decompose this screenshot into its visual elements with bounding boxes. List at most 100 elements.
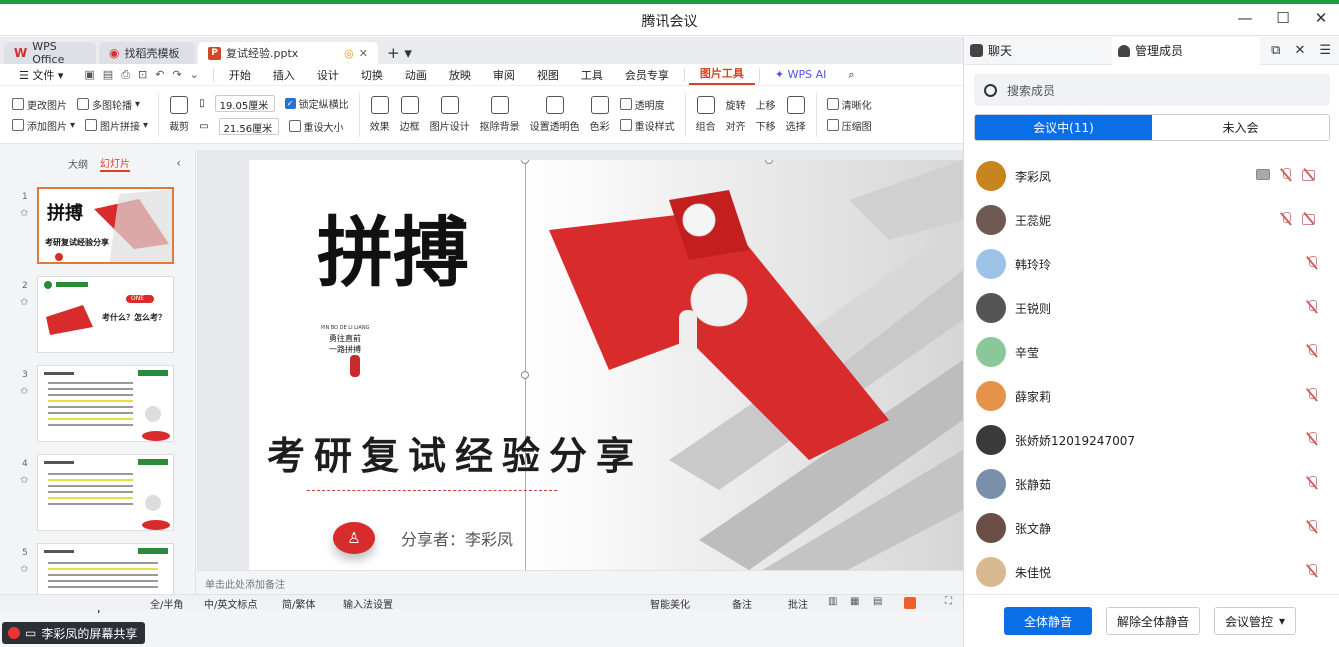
star-icon[interactable]: ✩ [20, 208, 28, 219]
tab-close-icon[interactable]: ✕ [359, 47, 368, 60]
member-row[interactable]: 张文静 [964, 506, 1339, 550]
menu-member[interactable]: 会员专享 [614, 67, 680, 83]
slide-thumbnail-2[interactable]: ONE 考什么？怎么考？ [37, 276, 174, 353]
align-button[interactable]: 对齐 [726, 118, 746, 133]
menu-view[interactable]: 视图 [526, 67, 570, 83]
mic-off-icon[interactable] [1306, 256, 1318, 270]
undo-icon[interactable]: ↶ [155, 68, 164, 82]
export-icon[interactable]: ▤ [103, 68, 113, 82]
change-image-button[interactable]: 更改图片 [12, 97, 67, 112]
color-button[interactable]: 色彩 [590, 96, 610, 133]
redo-icon[interactable]: ↷ [172, 68, 181, 82]
slide-thumbnail-1[interactable]: 拼搏 考研复试经验分享 [37, 187, 174, 264]
mic-off-icon[interactable] [1306, 432, 1318, 446]
close-icon[interactable]: ✕ [1313, 9, 1329, 27]
maximize-icon[interactable]: ☐ [1275, 9, 1291, 27]
send-down-button[interactable]: 下移 [756, 118, 776, 133]
combine-button[interactable]: 组合 [696, 96, 716, 133]
menu-file[interactable]: ☰ 文件 ▾ [8, 67, 74, 83]
print-icon[interactable]: ⎙ [121, 68, 130, 82]
tab-pptx[interactable]: P 复试经验.pptx ◎ ✕ [198, 42, 378, 64]
mic-off-icon[interactable] [1306, 564, 1318, 578]
mic-off-icon[interactable] [1306, 520, 1318, 534]
collapse-chevron-icon[interactable]: ‹ [176, 156, 181, 170]
bring-up-button[interactable]: 上移 [756, 97, 776, 112]
minimize-icon[interactable]: — [1237, 9, 1253, 27]
member-row[interactable]: 朱佳悦 [964, 550, 1339, 594]
mute-all-button[interactable]: 全体静音 [1004, 607, 1092, 635]
image-design-button[interactable]: 图片设计 [430, 96, 470, 133]
tab-wps-office[interactable]: W WPS Office [4, 40, 96, 66]
width-field[interactable]: 19.05厘米 [214, 94, 275, 112]
border-button[interactable]: 边框 [400, 96, 420, 133]
slide-1[interactable]: 拼搏 PIN BO DE LI LIANG 勇往直前 一路拼搏 考研复试经验分享… [249, 160, 963, 590]
remove-bg-button[interactable]: 抠除背景 [480, 96, 520, 133]
status-notes[interactable]: 备注 [732, 596, 752, 611]
mic-off-icon[interactable] [1306, 388, 1318, 402]
member-row[interactable]: 辛莹 [964, 330, 1339, 374]
popout-icon[interactable]: ⧉ [1271, 43, 1280, 58]
meeting-control-button[interactable]: 会议管控 ▾ [1214, 607, 1297, 635]
status-fullhalf[interactable]: 全/半角 [150, 596, 183, 611]
menu-picture-tools[interactable]: 图片工具 [688, 65, 755, 85]
status-simptrad[interactable]: 简/繁体 [282, 596, 315, 611]
menu-home[interactable]: 开始 [218, 67, 262, 83]
select-button[interactable]: 选择 [786, 96, 806, 133]
member-row[interactable]: 王锐则 [964, 286, 1339, 330]
status-beautify[interactable]: 智能美化 [650, 596, 690, 611]
member-row[interactable]: 张静茹 [964, 462, 1339, 506]
panel-close-icon[interactable]: ✕ [1294, 43, 1305, 58]
slide-thumbnail-4[interactable] [37, 454, 174, 531]
menu-review[interactable]: 审阅 [482, 67, 526, 83]
tab-slides[interactable]: 幻灯片 [100, 155, 130, 172]
fit-window-icon[interactable]: ⛶ [945, 596, 952, 607]
menu-design[interactable]: 设计 [306, 67, 350, 83]
member-search-input[interactable]: 搜索成员 [974, 74, 1330, 106]
menu-animation[interactable]: 动画 [394, 67, 438, 83]
more-chevron-icon[interactable]: ⌄ [190, 68, 199, 82]
mic-off-icon[interactable] [1306, 476, 1318, 490]
add-image-button[interactable]: 添加图片 ▾ [12, 118, 75, 133]
menu-transition[interactable]: 切换 [350, 67, 394, 83]
mic-off-icon[interactable] [1306, 300, 1318, 314]
status-ime[interactable]: 输入法设置 [343, 596, 393, 611]
play-slideshow-icon[interactable] [904, 597, 916, 609]
compress-button[interactable]: 压缩图 [826, 118, 872, 133]
view-reading-icon[interactable]: ▤ [873, 596, 882, 607]
member-row[interactable]: 李彩凤 [964, 154, 1339, 198]
image-collage-button[interactable]: 图片拼接 ▾ [85, 118, 148, 133]
menu-wps-ai[interactable]: ✦ WPS AI [764, 68, 837, 81]
effects-button[interactable]: 效果 [370, 96, 390, 133]
status-comments[interactable]: 批注 [788, 596, 808, 611]
mic-off-icon[interactable] [1280, 168, 1292, 182]
mic-off-icon[interactable] [1306, 344, 1318, 358]
rotate-button[interactable]: 旋转 [726, 97, 746, 112]
camera-off-icon[interactable] [1302, 212, 1318, 225]
member-row[interactable]: 韩玲玲 [964, 242, 1339, 286]
transparency-button[interactable]: 透明度 [619, 97, 665, 112]
star-icon[interactable]: ✩ [20, 475, 28, 486]
view-normal-icon[interactable]: ▥ [828, 596, 837, 607]
menu-insert[interactable]: 插入 [262, 67, 306, 83]
member-row[interactable]: 薛家莉 [964, 374, 1339, 418]
search-icon[interactable]: ⌕ [837, 68, 865, 82]
menu-slideshow[interactable]: 放映 [438, 67, 482, 83]
mic-off-icon[interactable] [1280, 212, 1292, 226]
tab-outline[interactable]: 大纲 [68, 156, 88, 171]
notes-field[interactable]: 单击此处添加备注 [197, 570, 963, 594]
height-field[interactable]: 21.56厘米 [218, 117, 279, 135]
lock-ratio-checkbox[interactable]: ✓ 锁定纵横比 [284, 96, 349, 111]
save-icon[interactable]: ▣ [84, 68, 94, 82]
slide-thumbnail-5[interactable] [37, 543, 174, 595]
star-icon[interactable]: ✩ [20, 386, 28, 397]
view-grid-icon[interactable]: ▦ [850, 596, 859, 607]
reset-size-button[interactable]: 重设大小 [288, 119, 344, 134]
resize-handle[interactable] [521, 371, 529, 379]
crop-button[interactable]: 裁剪 [169, 96, 189, 133]
star-icon[interactable]: ✩ [20, 297, 28, 308]
camera-off-icon[interactable] [1302, 168, 1318, 181]
reset-style-button[interactable]: 重设样式 [619, 118, 675, 133]
set-transparent-button[interactable]: 设置透明色 [530, 96, 580, 133]
slide-thumbnail-3[interactable] [37, 365, 174, 442]
menu-tools[interactable]: 工具 [570, 67, 614, 83]
